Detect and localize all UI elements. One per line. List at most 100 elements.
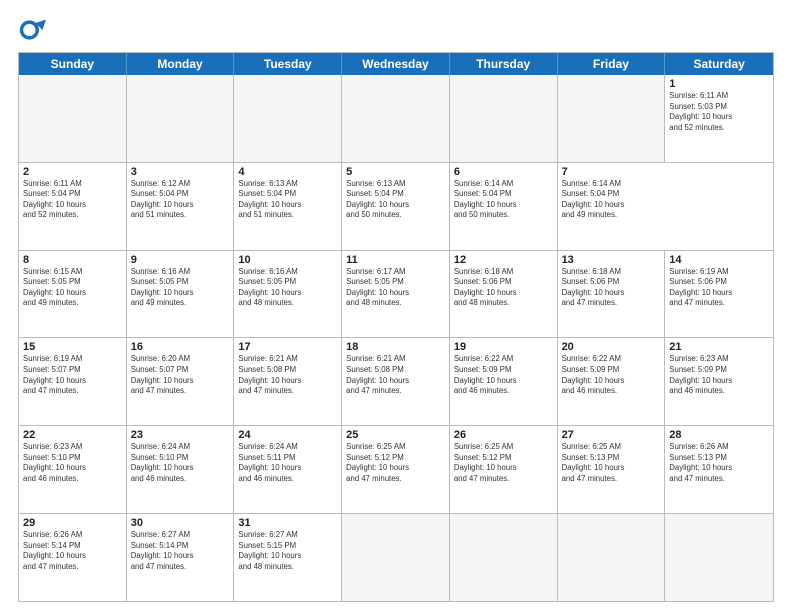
day-number: 4 [238, 166, 337, 178]
day-number: 21 [669, 341, 769, 353]
empty-cell [342, 514, 450, 601]
day-cell-13: 13Sunrise: 6:18 AM Sunset: 5:06 PM Dayli… [558, 251, 666, 338]
day-info: Sunrise: 6:18 AM Sunset: 5:06 PM Dayligh… [562, 267, 661, 309]
day-number: 30 [131, 517, 230, 529]
empty-cell [450, 514, 558, 601]
day-info: Sunrise: 6:23 AM Sunset: 5:09 PM Dayligh… [669, 354, 769, 396]
day-info: Sunrise: 6:27 AM Sunset: 5:14 PM Dayligh… [131, 530, 230, 572]
logo [18, 16, 50, 44]
day-number: 15 [23, 341, 122, 353]
day-cell-22: 22Sunrise: 6:23 AM Sunset: 5:10 PM Dayli… [19, 426, 127, 513]
day-number: 5 [346, 166, 445, 178]
day-number: 7 [562, 166, 662, 178]
day-info: Sunrise: 6:19 AM Sunset: 5:07 PM Dayligh… [23, 354, 122, 396]
day-info: Sunrise: 6:13 AM Sunset: 5:04 PM Dayligh… [238, 179, 337, 221]
day-cell-4: 4Sunrise: 6:13 AM Sunset: 5:04 PM Daylig… [234, 163, 342, 250]
calendar-row-5: 29Sunrise: 6:26 AM Sunset: 5:14 PM Dayli… [19, 513, 773, 601]
day-info: Sunrise: 6:24 AM Sunset: 5:11 PM Dayligh… [238, 442, 337, 484]
day-cell-10: 10Sunrise: 6:16 AM Sunset: 5:05 PM Dayli… [234, 251, 342, 338]
day-info: Sunrise: 6:21 AM Sunset: 5:08 PM Dayligh… [346, 354, 445, 396]
day-info: Sunrise: 6:20 AM Sunset: 5:07 PM Dayligh… [131, 354, 230, 396]
day-cell-27: 27Sunrise: 6:25 AM Sunset: 5:13 PM Dayli… [558, 426, 666, 513]
day-cell-26: 26Sunrise: 6:25 AM Sunset: 5:12 PM Dayli… [450, 426, 558, 513]
day-number: 6 [454, 166, 553, 178]
day-info: Sunrise: 6:25 AM Sunset: 5:13 PM Dayligh… [562, 442, 661, 484]
day-info: Sunrise: 6:27 AM Sunset: 5:15 PM Dayligh… [238, 530, 337, 572]
day-number: 16 [131, 341, 230, 353]
day-header-saturday: Saturday [665, 53, 773, 75]
day-number: 26 [454, 429, 553, 441]
day-header-tuesday: Tuesday [234, 53, 342, 75]
day-cell-28: 28Sunrise: 6:26 AM Sunset: 5:13 PM Dayli… [665, 426, 773, 513]
day-cell-7: 7Sunrise: 6:14 AM Sunset: 5:04 PM Daylig… [558, 163, 666, 250]
calendar-row-4: 22Sunrise: 6:23 AM Sunset: 5:10 PM Dayli… [19, 425, 773, 513]
day-info: Sunrise: 6:26 AM Sunset: 5:14 PM Dayligh… [23, 530, 122, 572]
calendar-body: 1Sunrise: 6:11 AM Sunset: 5:03 PM Daylig… [19, 75, 773, 601]
day-number: 14 [669, 254, 769, 266]
day-cell-29: 29Sunrise: 6:26 AM Sunset: 5:14 PM Dayli… [19, 514, 127, 601]
day-number: 9 [131, 254, 230, 266]
header [18, 16, 774, 44]
calendar: SundayMondayTuesdayWednesdayThursdayFrid… [18, 52, 774, 602]
day-cell-1: 1Sunrise: 6:11 AM Sunset: 5:03 PM Daylig… [665, 75, 773, 162]
day-number: 3 [131, 166, 230, 178]
day-cell-3: 3Sunrise: 6:12 AM Sunset: 5:04 PM Daylig… [127, 163, 235, 250]
day-number: 1 [669, 78, 769, 90]
empty-cell [450, 75, 558, 162]
day-number: 17 [238, 341, 337, 353]
day-cell-17: 17Sunrise: 6:21 AM Sunset: 5:08 PM Dayli… [234, 338, 342, 425]
day-info: Sunrise: 6:12 AM Sunset: 5:04 PM Dayligh… [131, 179, 230, 221]
day-info: Sunrise: 6:14 AM Sunset: 5:04 PM Dayligh… [454, 179, 553, 221]
day-info: Sunrise: 6:22 AM Sunset: 5:09 PM Dayligh… [454, 354, 553, 396]
day-number: 23 [131, 429, 230, 441]
day-number: 29 [23, 517, 122, 529]
calendar-row-3: 15Sunrise: 6:19 AM Sunset: 5:07 PM Dayli… [19, 337, 773, 425]
day-info: Sunrise: 6:11 AM Sunset: 5:04 PM Dayligh… [23, 179, 122, 221]
day-cell-14: 14Sunrise: 6:19 AM Sunset: 5:06 PM Dayli… [665, 251, 773, 338]
day-cell-5: 5Sunrise: 6:13 AM Sunset: 5:04 PM Daylig… [342, 163, 450, 250]
day-number: 25 [346, 429, 445, 441]
day-info: Sunrise: 6:25 AM Sunset: 5:12 PM Dayligh… [454, 442, 553, 484]
empty-cell [665, 514, 773, 601]
day-cell-11: 11Sunrise: 6:17 AM Sunset: 5:05 PM Dayli… [342, 251, 450, 338]
day-info: Sunrise: 6:23 AM Sunset: 5:10 PM Dayligh… [23, 442, 122, 484]
day-number: 10 [238, 254, 337, 266]
day-cell-8: 8Sunrise: 6:15 AM Sunset: 5:05 PM Daylig… [19, 251, 127, 338]
empty-cell [558, 514, 666, 601]
day-info: Sunrise: 6:18 AM Sunset: 5:06 PM Dayligh… [454, 267, 553, 309]
page: SundayMondayTuesdayWednesdayThursdayFrid… [0, 0, 792, 612]
day-info: Sunrise: 6:24 AM Sunset: 5:10 PM Dayligh… [131, 442, 230, 484]
day-info: Sunrise: 6:26 AM Sunset: 5:13 PM Dayligh… [669, 442, 769, 484]
calendar-header: SundayMondayTuesdayWednesdayThursdayFrid… [19, 53, 773, 75]
day-header-monday: Monday [127, 53, 235, 75]
empty-cell [342, 75, 450, 162]
day-cell-31: 31Sunrise: 6:27 AM Sunset: 5:15 PM Dayli… [234, 514, 342, 601]
day-number: 27 [562, 429, 661, 441]
day-info: Sunrise: 6:11 AM Sunset: 5:03 PM Dayligh… [669, 91, 769, 133]
empty-cell [234, 75, 342, 162]
day-cell-12: 12Sunrise: 6:18 AM Sunset: 5:06 PM Dayli… [450, 251, 558, 338]
day-number: 2 [23, 166, 122, 178]
day-info: Sunrise: 6:25 AM Sunset: 5:12 PM Dayligh… [346, 442, 445, 484]
day-cell-16: 16Sunrise: 6:20 AM Sunset: 5:07 PM Dayli… [127, 338, 235, 425]
day-header-sunday: Sunday [19, 53, 127, 75]
day-number: 22 [23, 429, 122, 441]
day-info: Sunrise: 6:19 AM Sunset: 5:06 PM Dayligh… [669, 267, 769, 309]
day-cell-24: 24Sunrise: 6:24 AM Sunset: 5:11 PM Dayli… [234, 426, 342, 513]
empty-cell [558, 75, 666, 162]
empty-cell [19, 75, 127, 162]
day-info: Sunrise: 6:21 AM Sunset: 5:08 PM Dayligh… [238, 354, 337, 396]
day-info: Sunrise: 6:17 AM Sunset: 5:05 PM Dayligh… [346, 267, 445, 309]
day-number: 19 [454, 341, 553, 353]
logo-icon [18, 16, 46, 44]
day-number: 11 [346, 254, 445, 266]
day-cell-15: 15Sunrise: 6:19 AM Sunset: 5:07 PM Dayli… [19, 338, 127, 425]
day-header-friday: Friday [558, 53, 666, 75]
calendar-row-0: 1Sunrise: 6:11 AM Sunset: 5:03 PM Daylig… [19, 75, 773, 162]
day-number: 24 [238, 429, 337, 441]
calendar-row-2: 8Sunrise: 6:15 AM Sunset: 5:05 PM Daylig… [19, 250, 773, 338]
day-cell-2: 2Sunrise: 6:11 AM Sunset: 5:04 PM Daylig… [19, 163, 127, 250]
day-header-thursday: Thursday [450, 53, 558, 75]
day-number: 8 [23, 254, 122, 266]
day-number: 28 [669, 429, 769, 441]
